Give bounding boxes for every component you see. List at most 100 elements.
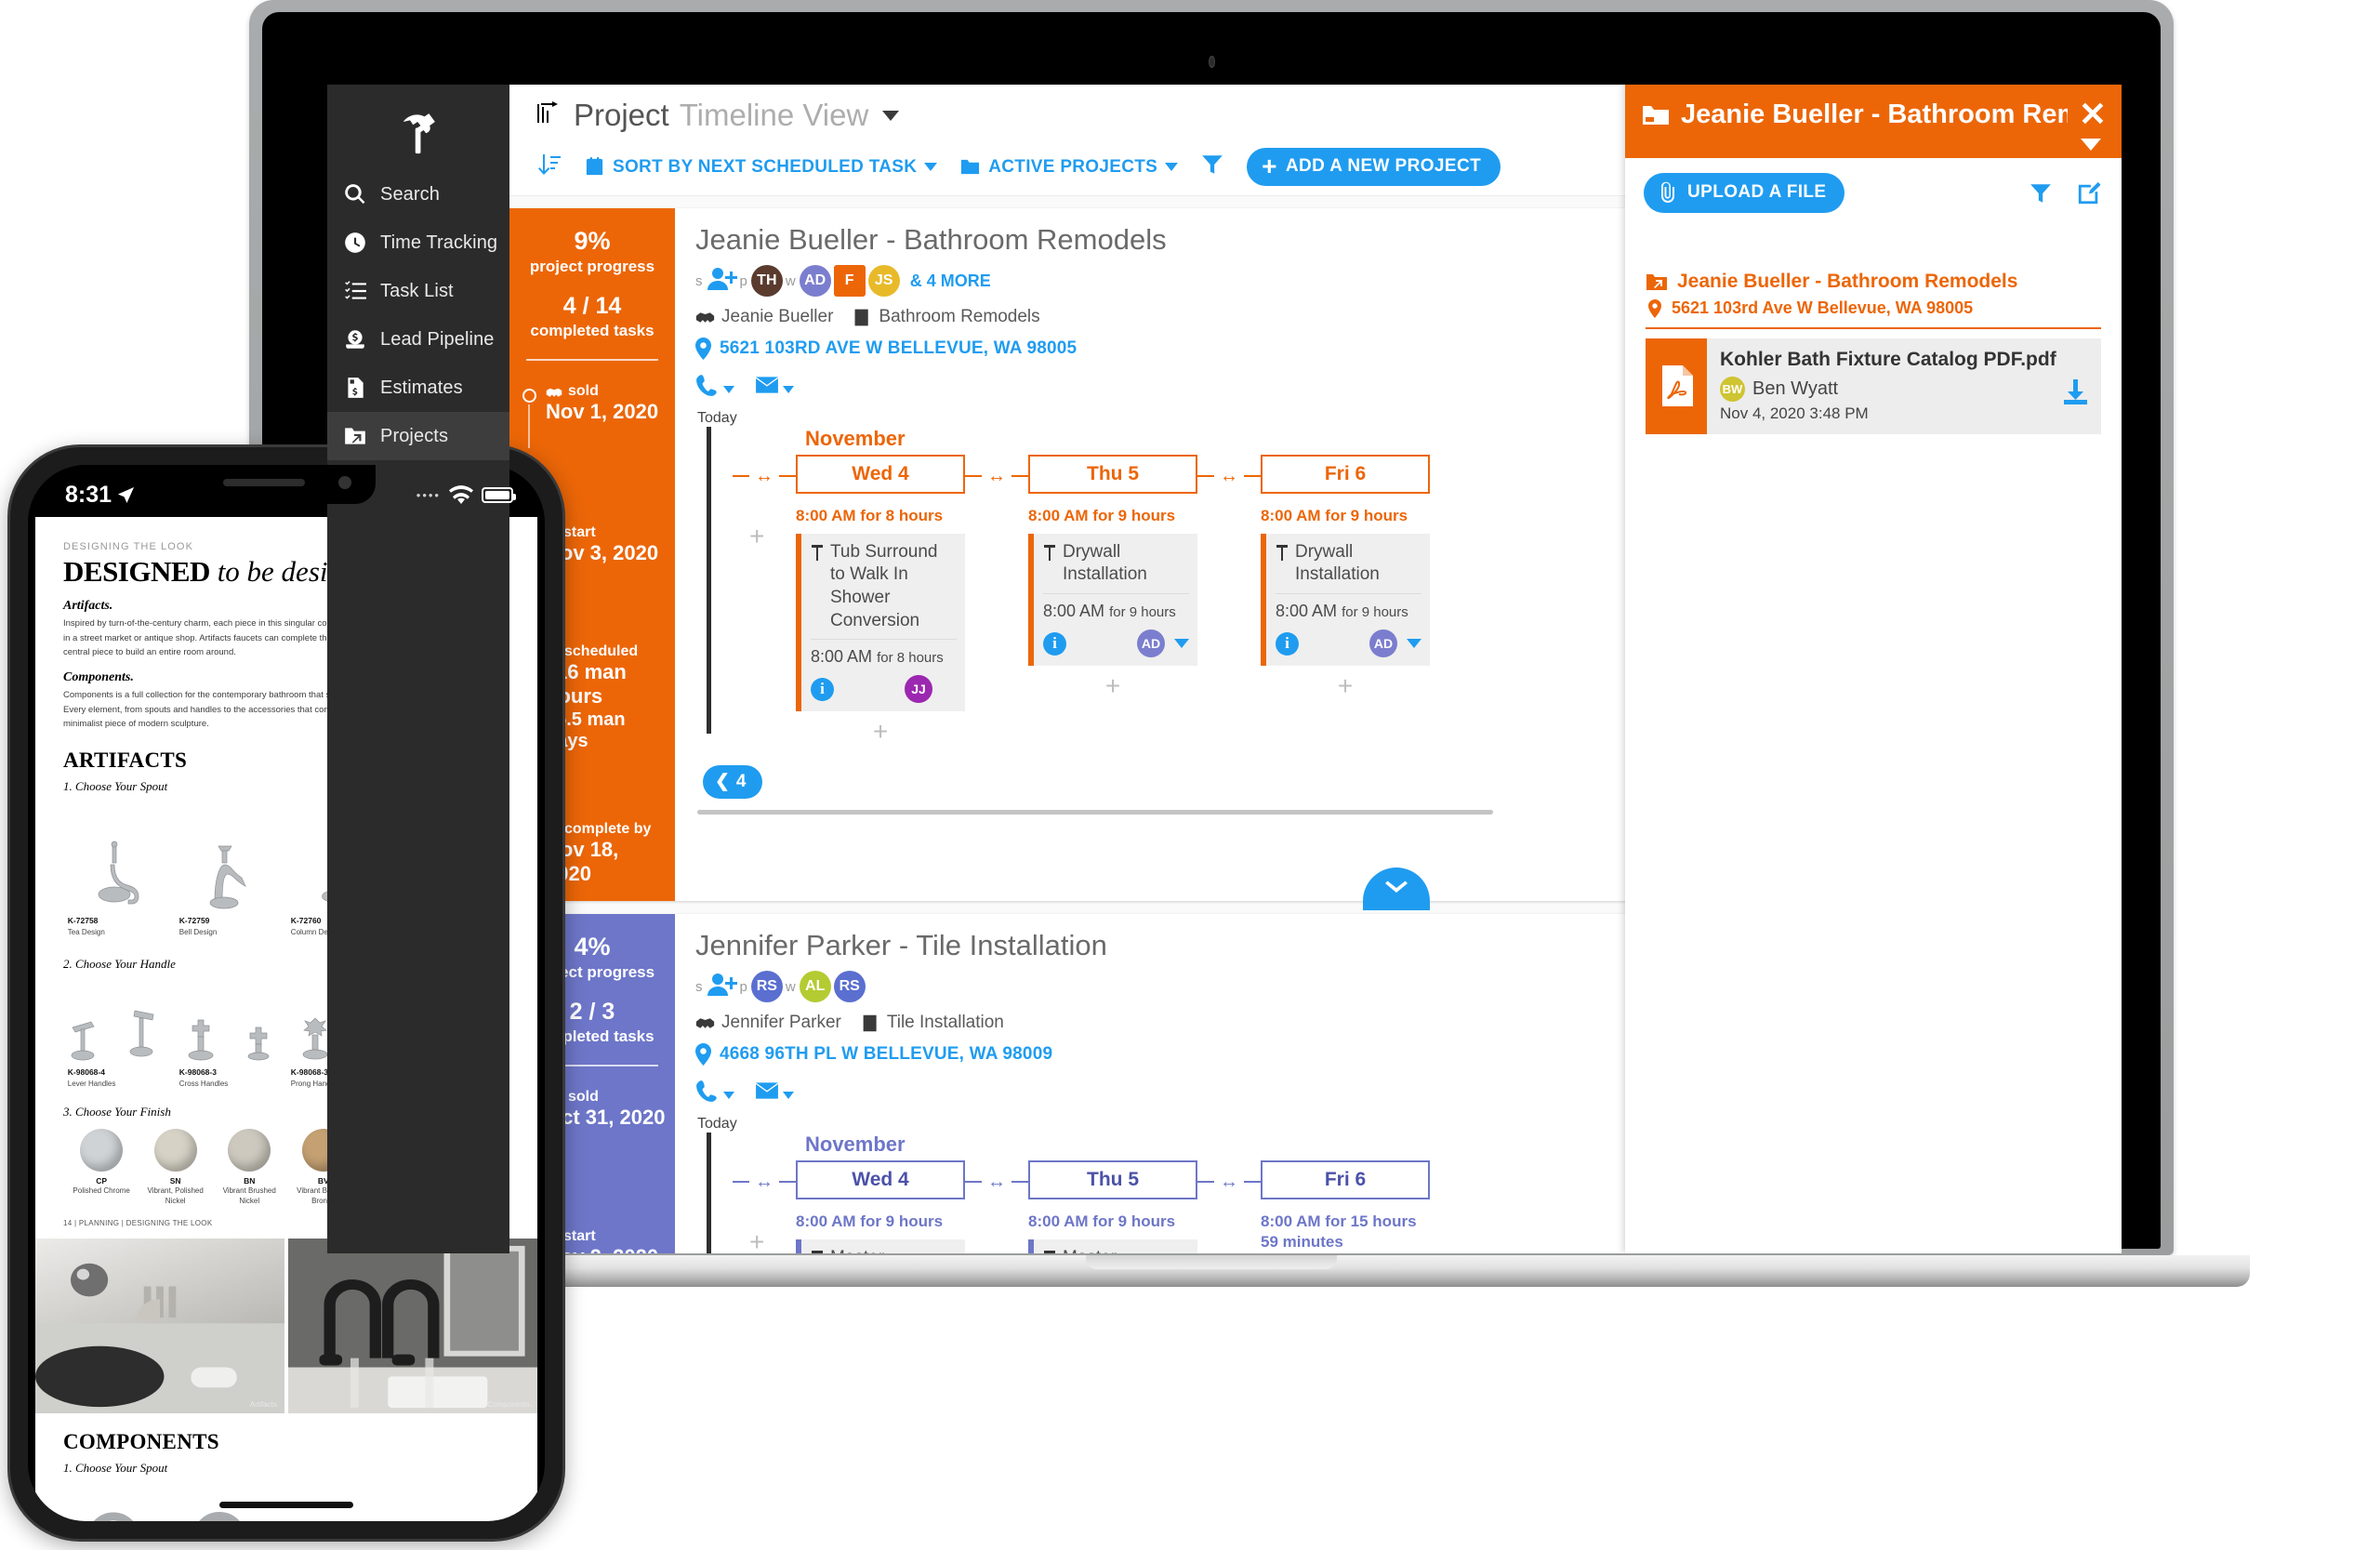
avatar[interactable]: RS — [833, 971, 866, 1003]
folder-arrow-icon — [342, 423, 368, 449]
resize-handle-icon[interactable]: ↔ — [987, 1172, 1006, 1193]
add-task-icon[interactable]: + — [1028, 673, 1197, 699]
task-name: Drywall Installation — [1295, 541, 1380, 585]
phone-button[interactable] — [695, 373, 734, 397]
day-chip[interactable]: Wed 4 — [796, 1160, 965, 1200]
add-person-icon[interactable] — [707, 266, 737, 296]
resize-handle-icon[interactable]: ↔ — [1220, 466, 1238, 487]
sidebar-item-label: Projects — [380, 425, 449, 446]
close-icon[interactable]: ✕ — [2079, 98, 2107, 131]
resize-handle-icon[interactable]: ↔ — [987, 466, 1006, 487]
sidebar-item-estimates[interactable]: Estimates — [327, 364, 509, 412]
sort-by-label: SORT BY NEXT SCHEDULED TASK — [613, 156, 918, 177]
day-chip[interactable]: Wed 4 — [796, 455, 965, 495]
timeline-task[interactable]: Drywall Installation 8:00 AM for 9 hours — [1261, 533, 1430, 667]
avatar[interactable]: AD — [799, 265, 831, 298]
chevron-down-icon — [924, 163, 938, 172]
resize-handle-icon[interactable]: ↔ — [1220, 1172, 1238, 1193]
uploader-name: Ben Wyatt — [1752, 378, 1839, 399]
file-panel-toolbar: UPLOAD A FILE — [1625, 158, 2122, 213]
avatar[interactable]: JS — [867, 265, 900, 298]
chevron-down-icon[interactable] — [2081, 139, 2101, 151]
resize-handle-icon[interactable]: ↔ — [755, 466, 774, 487]
add-new-project-button[interactable]: + ADD A NEW PROJECT — [1247, 148, 1501, 187]
sort-ascending-icon[interactable] — [536, 152, 562, 182]
add-task-icon[interactable]: + — [1261, 673, 1430, 699]
today-marker-line — [707, 427, 711, 735]
avatar[interactable]: RS — [750, 971, 783, 1003]
timeline-task[interactable]: Drywall Installation 8:00 AM for 9 hours — [1028, 533, 1197, 667]
timeline-pager-prev[interactable]: ❮ 4 — [703, 765, 762, 800]
sidebar-item-search[interactable]: Search — [327, 170, 509, 219]
funnel-icon[interactable] — [2029, 181, 2053, 205]
sidebar: Search Time Tracking Task List Lead Pipe… — [327, 85, 509, 1253]
day-chip[interactable]: Fri 6 — [1261, 455, 1430, 495]
day-chip[interactable]: Thu 5 — [1028, 455, 1197, 495]
avatars-more-link[interactable]: & 4 MORE — [910, 272, 991, 291]
task-assignee-avatar[interactable]: AD — [1137, 629, 1165, 658]
day-duration: 8:00 AM for 9 hours — [1028, 1212, 1176, 1231]
resize-handle-icon[interactable]: ↔ — [755, 1172, 774, 1193]
job-type: Bathroom Remodels — [879, 307, 1040, 327]
finish-swatch — [80, 1129, 124, 1172]
phone-button[interactable] — [695, 1079, 734, 1103]
chevron-down-icon[interactable] — [882, 110, 900, 121]
info-icon[interactable]: i — [1043, 631, 1066, 656]
upload-file-button[interactable]: UPLOAD A FILE — [1644, 173, 1845, 213]
sidebar-item-projects[interactable]: Projects — [327, 412, 509, 460]
timeline-task[interactable]: Master Bathroom Shower Install 8:00 AM f… — [1028, 1239, 1197, 1253]
active-projects-dropdown[interactable]: ACTIVE PROJECTS — [959, 156, 1179, 178]
sidebar-item-time-tracking[interactable]: Time Tracking — [327, 219, 509, 267]
download-icon[interactable] — [2063, 378, 2088, 410]
add-day-icon[interactable]: + — [749, 523, 764, 550]
app-logo — [327, 98, 509, 170]
avatar[interactable]: F — [833, 265, 866, 298]
info-icon[interactable]: i — [1276, 631, 1299, 656]
sidebar-item-task-list[interactable]: Task List — [327, 267, 509, 315]
task-name-row: Master Bathroom Shower Install — [1043, 1247, 1189, 1253]
add-person-icon[interactable] — [707, 972, 737, 1001]
filter-button[interactable] — [1200, 152, 1224, 181]
milestone-connector — [528, 404, 530, 449]
task-assignee-avatar[interactable]: AD — [1369, 629, 1397, 658]
hammer-icon — [812, 544, 823, 561]
email-button[interactable] — [755, 373, 794, 397]
email-button[interactable] — [755, 1079, 794, 1103]
photo-label: Components. — [487, 1400, 532, 1410]
file-group-name[interactable]: Jeanie Bueller - Bathroom Remodels — [1646, 271, 2101, 293]
edit-icon[interactable] — [2077, 181, 2101, 205]
handle-lever-tall-image — [129, 1010, 154, 1057]
chevron-down-icon — [783, 386, 794, 394]
job-type-group: Bathroom Remodels — [853, 307, 1040, 327]
chevron-down-icon[interactable] — [1407, 639, 1421, 649]
project-address-text: 5621 103RD AVE W BELLEVUE, WA 98005 — [720, 338, 1078, 359]
add-task-icon[interactable]: + — [796, 719, 965, 745]
timeline-day-column: Thu 5 8:00 AM for 9 hours Drywall Instal… — [1028, 455, 1197, 699]
location-arrow-icon — [117, 486, 135, 503]
day-chip[interactable]: Fri 6 — [1261, 1160, 1430, 1200]
signal-dots-icon: •••• — [416, 487, 441, 502]
avatar[interactable]: AL — [799, 971, 831, 1003]
envelope-icon — [756, 1082, 778, 1100]
file-list-item[interactable]: Kohler Bath Fixture Catalog PDF.pdf BW B… — [1646, 338, 2101, 434]
sidebar-item-lead-pipeline[interactable]: Lead Pipeline — [327, 315, 509, 364]
client-name-group: Jeanie Bueller — [695, 307, 833, 327]
sort-by-dropdown[interactable]: SORT BY NEXT SCHEDULED TASK — [584, 156, 938, 178]
expand-card-button[interactable] — [1362, 868, 1430, 911]
add-day-icon[interactable]: + — [749, 1229, 764, 1253]
avatar[interactable]: TH — [750, 265, 783, 298]
day-chip[interactable]: Thu 5 — [1028, 1160, 1197, 1200]
folder-icon — [1643, 105, 1669, 125]
task-assignee-avatar[interactable]: JJ — [905, 675, 932, 704]
timeline-task[interactable]: Master Bathroom Shower Install 8:00 AM f… — [796, 1239, 965, 1253]
project-progress-label: project progress — [529, 258, 655, 276]
phone-home-indicator[interactable] — [219, 1502, 353, 1508]
chevron-down-icon[interactable] — [1174, 639, 1189, 649]
task-time: 8:00 AM for 9 hours — [1043, 602, 1176, 621]
envelope-icon — [756, 377, 778, 394]
client-name: Jennifer Parker — [721, 1013, 841, 1033]
info-icon[interactable]: i — [811, 677, 834, 701]
timeline-task[interactable]: Tub Surround to Walk In Shower Conversio… — [796, 533, 965, 712]
battery-icon — [482, 486, 516, 503]
hammer-icon — [403, 113, 435, 154]
